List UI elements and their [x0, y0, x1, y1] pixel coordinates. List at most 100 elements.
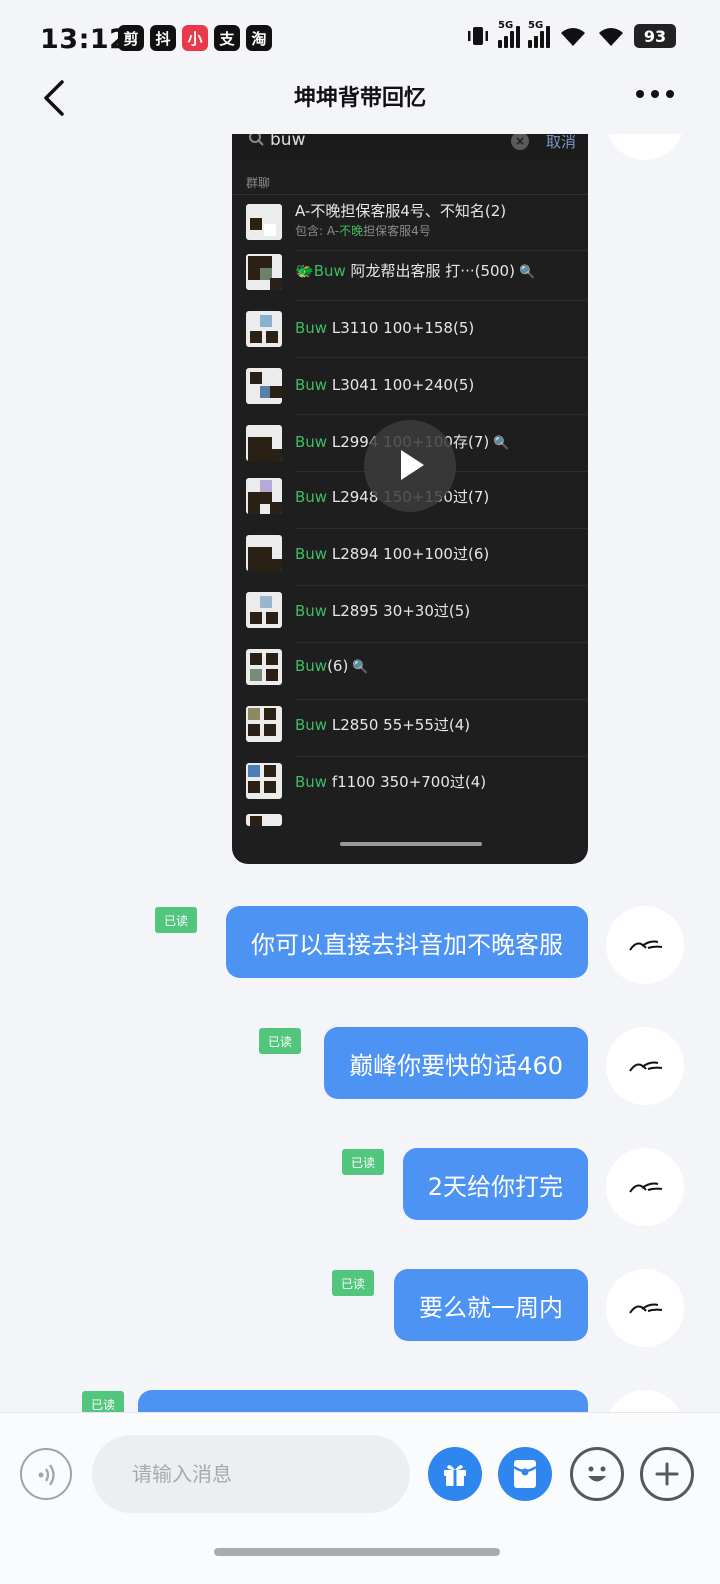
status-time: 13:12 [40, 24, 129, 55]
shot-item-name: Buw L2895 30+30过(5) [295, 600, 470, 621]
shot-item-sub: 包含: A-不晚担保客服4号 [295, 222, 431, 239]
search-tag-icon: 🔍 [493, 436, 510, 451]
name-highlight: Buw [295, 602, 328, 620]
message-bubble[interactable]: 你可以直接去抖音加不晚客服 [226, 906, 588, 978]
shot-list-item: 🐲Buw 阿龙帮出客服 打···(500) 🔍 [232, 244, 588, 301]
sub-highlight: 不晚 [339, 224, 364, 238]
read-badge: 已读 [332, 1270, 374, 1296]
avatar[interactable] [606, 134, 684, 160]
name-rest: L2894 100+100过(6) [327, 545, 490, 563]
avatar[interactable] [606, 1269, 684, 1347]
message-input[interactable] [92, 1435, 410, 1513]
group-thumbnail [246, 425, 282, 461]
group-thumbnail [246, 814, 282, 826]
play-icon [401, 450, 424, 480]
name-highlight: Buw [295, 433, 328, 451]
message-bubble[interactable]: 2天给你打完 [402, 1148, 588, 1220]
avatar-scribble-icon [629, 1061, 663, 1072]
shot-item-name: Buw L3041 100+240(5) [295, 376, 474, 394]
shot-item-name: Buw(6) 🔍 [295, 657, 369, 675]
voice-button[interactable] [20, 1448, 72, 1500]
signal-icon-1: 5G [498, 20, 520, 48]
emoji-button[interactable] [570, 1447, 624, 1501]
name-rest: L3041 100+240(5) [327, 376, 475, 394]
group-thumbnail [246, 254, 282, 290]
more-options-button[interactable] [636, 82, 680, 106]
group-thumbnail [246, 649, 282, 685]
image-message[interactable]: buw × 取消 群聊 A-不晚担保客服4号、不知名(2) 包含: A-不晚担保… [232, 134, 588, 864]
shot-item-name: 🐲Buw 阿龙帮出客服 打···(500) 🔍 [295, 260, 535, 281]
name-rest: L2895 30+30过(5) [327, 602, 471, 620]
battery-indicator: 93 [634, 24, 676, 48]
home-indicator[interactable] [214, 1548, 500, 1556]
alipay-app-icon: 支 [214, 25, 240, 51]
message-bubble[interactable]: 巅峰你要快的话460 [324, 1027, 588, 1099]
shot-list-item: Buw L3041 100+240(5) [232, 358, 588, 415]
emoji-icon [588, 1466, 606, 1482]
name-rest: 阿龙帮出客服 打···(500) [345, 262, 515, 280]
more-dot [666, 90, 674, 98]
plus-icon [655, 1462, 679, 1486]
shot-search-bar: buw × 取消 [232, 134, 588, 160]
name-highlight: Buw [295, 657, 328, 675]
name-rest: f1100 350+700过(4) [327, 773, 487, 791]
red-packet-icon [513, 1460, 537, 1488]
shot-list-item: Buw f1100 350+700过(4) [232, 757, 588, 814]
read-badge: 已读 [155, 907, 197, 933]
more-dots-icon [636, 90, 644, 98]
avatar[interactable] [606, 1390, 684, 1412]
avatar[interactable] [606, 1027, 684, 1105]
clear-icon: × [511, 134, 529, 150]
group-thumbnail [246, 311, 282, 347]
gift-icon [444, 1465, 466, 1486]
red-packet-button[interactable] [498, 1447, 552, 1501]
douyin-app-icon: 抖 [150, 25, 176, 51]
chat-header: 坤坤背带回忆 [0, 78, 720, 136]
signal-label-1: 5G [498, 20, 514, 31]
group-thumbnail [246, 478, 282, 514]
name-highlight: Buw [295, 319, 328, 337]
more-dot [651, 90, 659, 98]
group-thumbnail [246, 535, 282, 571]
name-highlight: Buw [295, 716, 328, 734]
avatar[interactable] [606, 906, 684, 984]
name-highlight: Buw [295, 545, 328, 563]
video-play-button[interactable] [364, 420, 456, 512]
shot-list-item: Buw L2850 55+55过(4) [232, 700, 588, 757]
group-thumbnail [246, 706, 282, 742]
sub-suffix: 担保客服4号 [363, 224, 431, 238]
name-highlight: Buw [313, 262, 346, 280]
sub-prefix: 包含: A- [295, 224, 340, 238]
name-highlight: Buw [295, 488, 328, 506]
shot-section-label: 群聊 [246, 176, 271, 190]
taobao-app-icon: 淘 [246, 25, 272, 51]
avatar[interactable] [606, 1148, 684, 1226]
name-highlight: Buw [295, 376, 328, 394]
plus-button[interactable] [640, 1447, 694, 1501]
chat-messages[interactable]: buw × 取消 群聊 A-不晚担保客服4号、不知名(2) 包含: A-不晚担保… [0, 134, 720, 1412]
shot-item-name: A-不晚担保客服4号、不知名(2) [295, 202, 507, 220]
read-badge: 已读 [82, 1391, 124, 1412]
shot-list-item: Buw L3110 100+158(5) [232, 301, 588, 358]
capcut-app-icon: 剪 [118, 25, 144, 51]
search-icon [249, 134, 264, 146]
message-bubble[interactable]: 要么就一周内 [394, 1269, 588, 1341]
xiaohongshu-app-icon: 小 [182, 25, 208, 51]
shot-list-item: A-不晚担保客服4号、不知名(2) 包含: A-不晚担保客服4号 [232, 194, 588, 251]
shot-list-item: Buw L2895 30+30过(5) [232, 586, 588, 643]
gift-button[interactable] [428, 1447, 482, 1501]
shot-search-text: buw [270, 134, 306, 150]
shot-home-indicator [340, 842, 482, 846]
wifi-icon-2 [599, 28, 623, 46]
avatar-scribble-icon [629, 1182, 663, 1193]
avatar-scribble-icon [629, 1303, 663, 1314]
avatar-scribble-icon [629, 940, 663, 951]
shot-list-item: Buw L2894 100+100过(6) [232, 529, 588, 586]
input-bar [0, 1412, 720, 1584]
message-bubble[interactable] [138, 1390, 588, 1412]
voice-icon [38, 1464, 55, 1486]
group-thumbnail [246, 592, 282, 628]
shot-item-name: Buw f1100 350+700过(4) [295, 771, 486, 792]
shot-list-item: Buw(6) 🔍 [232, 643, 588, 700]
signal-icon-2: 5G [528, 20, 550, 48]
